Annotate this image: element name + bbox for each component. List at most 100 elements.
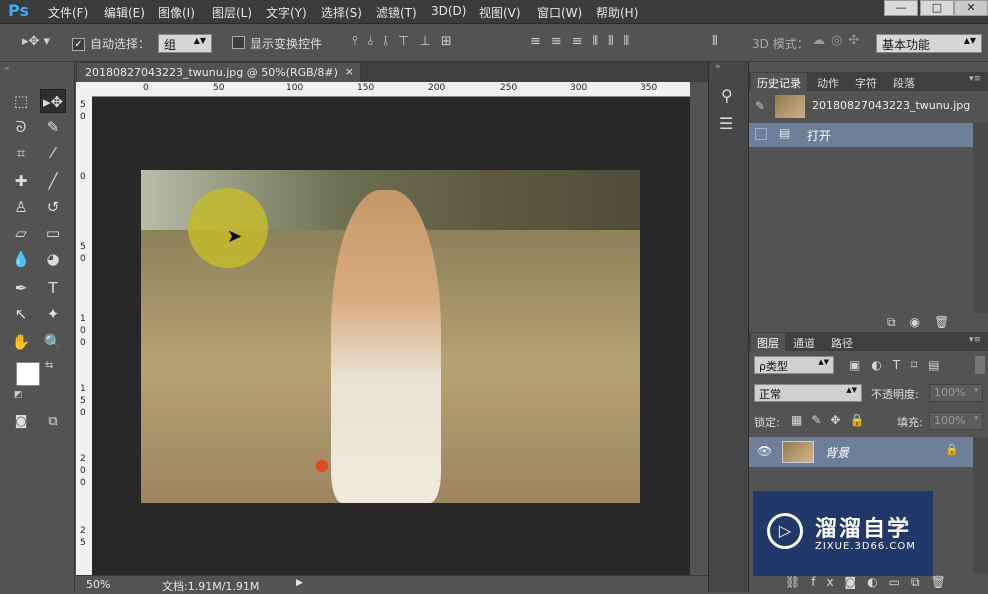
3d-mode-icons[interactable]: ☁◎✣ [812,33,865,48]
minimize-button[interactable]: — [884,0,918,16]
clone-stamp-tool-icon[interactable]: ♙ [8,195,34,219]
lock-label: 锁定: [754,416,780,429]
workspace-dropdown[interactable]: 基本功能 ▲▼ [876,34,982,53]
layer-row[interactable]: 👁 背景 🔒 [749,437,973,467]
auto-align-icon[interactable]: ⦀ [712,34,718,49]
move-tool-preset-icon[interactable]: ▸✥ ▾ [22,34,50,49]
panel-menu-icon[interactable]: ▾≡ [969,74,981,84]
brush-tool-icon[interactable]: ╱ [40,169,66,193]
menu-edit[interactable]: 编辑(E) [104,4,145,21]
blur-tool-icon[interactable]: 💧 [8,247,34,271]
menu-3d[interactable]: 3D(D) [431,4,466,18]
tab-paths[interactable]: 路径 [825,333,859,351]
layer-filter-icons[interactable]: ▣◐T⌑▤ [849,358,951,372]
show-transform-label: 显示变换控件 [250,37,323,51]
default-colors-icon[interactable]: ◩ [14,390,23,400]
tab-character[interactable]: 字符 [849,73,883,91]
zoom-tool-icon[interactable]: 🔍 [40,330,66,354]
ruler-left-label: 5 [80,538,86,548]
tool-presets-icon[interactable]: ☰ [719,114,733,133]
layer-actions[interactable]: ⛓fx◙◐▭⧉🗑 [785,575,957,590]
shape-tool-icon[interactable]: ✦ [40,302,66,326]
history-actions[interactable]: ⧉◉🗑 [887,315,963,330]
auto-select-checkbox[interactable]: ✓ [72,36,85,51]
auto-select-label: 自动选择： [90,37,151,51]
document-image[interactable]: ➤ [141,170,640,503]
close-tab-icon[interactable]: × [345,65,354,78]
tab-actions[interactable]: 动作 [811,73,845,91]
history-brush-tool-icon[interactable]: ↺ [40,195,66,219]
move-tool-icon[interactable]: ▸✥ [40,89,66,113]
collapse-icon[interactable]: « [4,64,10,74]
workspace-value: 基本功能 [882,38,931,52]
fill-field[interactable]: 100% ▾ [929,412,983,430]
history-scrollbar[interactable] [973,123,988,313]
distribute-icons[interactable]: ≡≡≡⫴⫴⫴ [530,34,639,49]
swap-colors-icon[interactable]: ⇆ [45,360,53,371]
watermark-url: ZIXUE.3D66.COM [815,541,916,552]
move-cursor-icon: ➤ [227,226,243,247]
foreground-color-swatch[interactable] [16,362,40,386]
healing-brush-tool-icon[interactable]: ✚ [8,169,34,193]
quick-select-tool-icon[interactable]: ✎ [40,115,66,139]
brush-presets-icon[interactable]: ⚲ [721,86,733,105]
menu-view[interactable]: 视图(V) [479,4,521,21]
menu-select[interactable]: 选择(S) [321,4,362,21]
menu-help[interactable]: 帮助(H) [596,4,638,21]
maximize-button[interactable]: □ [920,0,954,16]
lasso-tool-icon[interactable]: ᘐ [8,115,34,139]
ruler-horizontal: 0 50 100 150 200 250 300 350 [92,82,690,97]
tab-channels[interactable]: 通道 [787,333,821,351]
tab-layers[interactable]: 图层 [751,333,785,351]
lock-icons[interactable]: ▦✎✥🔒 [791,413,873,427]
crop-tool-icon[interactable]: ⌗ [8,141,34,165]
menu-layer[interactable]: 图层(L) [212,4,252,21]
history-state-checkbox[interactable] [755,128,767,140]
menu-filter[interactable]: 滤镜(T) [376,4,417,21]
eraser-tool-icon[interactable]: ▱ [8,221,34,245]
tab-history[interactable]: 历史记录 [751,73,807,91]
zoom-level[interactable]: 50% [86,578,110,591]
auto-select-value: 组 [164,38,177,52]
quick-mask-icon[interactable]: ◙ [8,410,34,434]
pen-tool-icon[interactable]: ✒ [8,276,34,300]
gradient-tool-icon[interactable]: ▭ [40,221,66,245]
tab-paragraph[interactable]: 段落 [887,73,921,91]
marquee-tool-icon[interactable]: ⬚ [8,89,34,113]
menu-type[interactable]: 文字(Y) [266,4,307,21]
history-snapshot-row[interactable]: ✎ 20180827043223_twunu.jpg [749,92,988,122]
toolbox: « ⬚ ▸✥ ᘐ ✎ ⌗ ⁄ ✚ ╱ ♙ ↺ ▱ ▭ 💧 ◕ ✒ T ↖ ✦ ✋… [0,62,75,592]
ruler-top-label: 250 [500,83,518,93]
hand-tool-icon[interactable]: ✋ [8,330,34,354]
show-transform-checkbox[interactable] [232,36,245,52]
ruler-left-label: 1 [80,314,86,324]
filter-toggle[interactable] [975,356,985,374]
layers-menu-icon[interactable]: ▾≡ [969,335,981,345]
collapse-panels-icon[interactable]: » [715,62,721,72]
type-tool-icon[interactable]: T [40,276,66,300]
ruler-top-label: 150 [357,83,375,93]
menu-file[interactable]: 文件(F) [48,4,88,21]
eyedropper-tool-icon[interactable]: ⁄ [40,141,66,165]
layer-visibility-eye-icon[interactable]: 👁 [757,444,772,458]
dodge-tool-icon[interactable]: ◕ [40,247,66,271]
path-select-tool-icon[interactable]: ↖ [8,302,34,326]
auto-select-dropdown[interactable]: 组 ▲▼ [158,34,212,53]
history-brush-source-icon[interactable]: ✎ [755,99,765,113]
menu-image[interactable]: 图像(I) [158,4,195,21]
status-menu-arrow-icon[interactable]: ▶ [296,578,303,588]
document-tab[interactable]: 20180827043223_twunu.jpg @ 50%(RGB/8#) × [76,62,361,82]
opacity-field[interactable]: 100% ▾ [929,384,983,402]
screen-mode-icon[interactable]: ⧉ [40,410,66,434]
align-icons[interactable]: ⫯⫰⫱⊤⊥⊞ [352,34,462,49]
status-bar: 50% 文档:1.91M/1.91M ▶ [76,575,708,593]
blend-mode-dropdown[interactable]: 正常 ▲▼ [754,384,862,402]
layers-scrollbar[interactable] [973,437,988,574]
snapshot-name: 20180827043223_twunu.jpg [812,99,971,112]
menu-window[interactable]: 窗口(W) [537,4,582,21]
layer-filter-dropdown[interactable]: ρ类型 ▲▼ [754,356,834,374]
history-item[interactable]: ▤ 打开 [749,123,973,147]
close-button[interactable]: ✕ [954,0,988,16]
ruler-vertical: 5 0 0 5 0 1 0 0 1 5 0 2 0 0 2 5 [76,82,92,575]
ruler-left-label: 0 [80,408,86,418]
